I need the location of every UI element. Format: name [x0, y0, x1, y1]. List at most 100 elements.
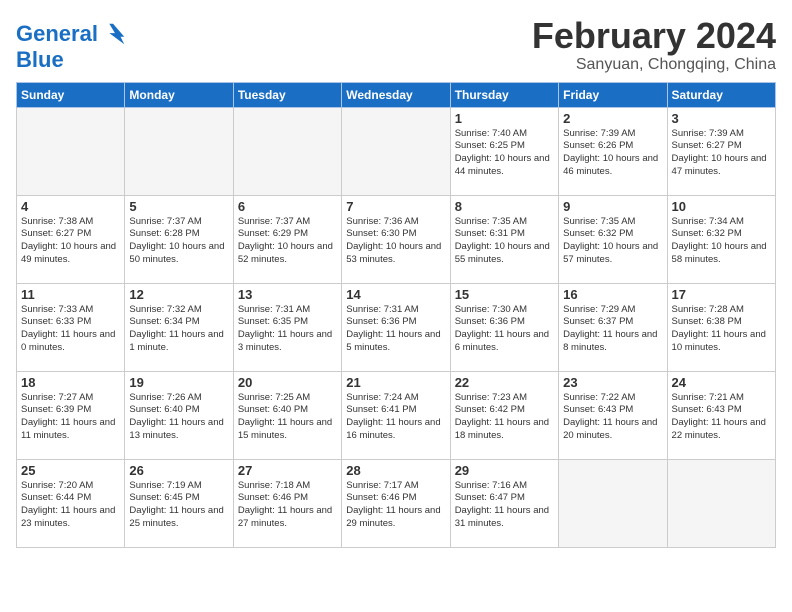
day-info: Sunrise: 7:38 AMSunset: 6:27 PMDaylight:… — [21, 216, 120, 267]
weekday-header: SundayMondayTuesdayWednesdayThursdayFrid… — [17, 82, 776, 107]
weekday-header-wednesday: Wednesday — [342, 82, 450, 107]
day-number: 13 — [238, 287, 337, 302]
week-row-4: 25 Sunrise: 7:20 AMSunset: 6:44 PMDayligh… — [17, 459, 776, 547]
calendar: SundayMondayTuesdayWednesdayThursdayFrid… — [16, 82, 776, 548]
day-info: Sunrise: 7:36 AMSunset: 6:30 PMDaylight:… — [346, 216, 445, 267]
calendar-cell: 19 Sunrise: 7:26 AMSunset: 6:40 PMDayligh… — [125, 371, 233, 459]
day-info: Sunrise: 7:21 AMSunset: 6:43 PMDaylight:… — [672, 392, 771, 443]
day-number: 21 — [346, 375, 445, 390]
day-number: 6 — [238, 199, 337, 214]
day-info: Sunrise: 7:31 AMSunset: 6:36 PMDaylight:… — [346, 304, 445, 355]
day-number: 20 — [238, 375, 337, 390]
calendar-cell: 23 Sunrise: 7:22 AMSunset: 6:43 PMDayligh… — [559, 371, 667, 459]
calendar-cell — [125, 107, 233, 195]
day-info: Sunrise: 7:24 AMSunset: 6:41 PMDaylight:… — [346, 392, 445, 443]
weekday-header-tuesday: Tuesday — [233, 82, 341, 107]
day-info: Sunrise: 7:37 AMSunset: 6:29 PMDaylight:… — [238, 216, 337, 267]
day-number: 10 — [672, 199, 771, 214]
calendar-cell — [667, 459, 775, 547]
calendar-cell: 11 Sunrise: 7:33 AMSunset: 6:33 PMDayligh… — [17, 283, 125, 371]
day-number: 8 — [455, 199, 554, 214]
day-info: Sunrise: 7:17 AMSunset: 6:46 PMDaylight:… — [346, 480, 445, 531]
day-number: 15 — [455, 287, 554, 302]
day-number: 3 — [672, 111, 771, 126]
calendar-cell: 17 Sunrise: 7:28 AMSunset: 6:38 PMDayligh… — [667, 283, 775, 371]
calendar-cell: 16 Sunrise: 7:29 AMSunset: 6:37 PMDayligh… — [559, 283, 667, 371]
day-info: Sunrise: 7:18 AMSunset: 6:46 PMDaylight:… — [238, 480, 337, 531]
weekday-header-saturday: Saturday — [667, 82, 775, 107]
day-info: Sunrise: 7:29 AMSunset: 6:37 PMDaylight:… — [563, 304, 662, 355]
calendar-cell: 3 Sunrise: 7:39 AMSunset: 6:27 PMDaylight… — [667, 107, 775, 195]
day-info: Sunrise: 7:25 AMSunset: 6:40 PMDaylight:… — [238, 392, 337, 443]
calendar-cell: 28 Sunrise: 7:17 AMSunset: 6:46 PMDayligh… — [342, 459, 450, 547]
logo-text: General — [16, 22, 98, 46]
calendar-cell: 4 Sunrise: 7:38 AMSunset: 6:27 PMDaylight… — [17, 195, 125, 283]
day-number: 22 — [455, 375, 554, 390]
day-info: Sunrise: 7:27 AMSunset: 6:39 PMDaylight:… — [21, 392, 120, 443]
day-number: 19 — [129, 375, 228, 390]
day-number: 27 — [238, 463, 337, 478]
day-info: Sunrise: 7:26 AMSunset: 6:40 PMDaylight:… — [129, 392, 228, 443]
calendar-cell: 8Sunrise: 7:35 AMSunset: 6:31 PMDaylight… — [450, 195, 558, 283]
title-area: February 2024 Sanyuan, Chongqing, China — [532, 16, 776, 74]
calendar-cell: 9Sunrise: 7:35 AMSunset: 6:32 PMDaylight… — [559, 195, 667, 283]
day-info: Sunrise: 7:39 AMSunset: 6:26 PMDaylight:… — [563, 128, 662, 179]
day-number: 2 — [563, 111, 662, 126]
month-year: February 2024 — [532, 16, 776, 56]
calendar-cell — [342, 107, 450, 195]
day-number: 14 — [346, 287, 445, 302]
day-number: 16 — [563, 287, 662, 302]
day-info: Sunrise: 7:34 AMSunset: 6:32 PMDaylight:… — [672, 216, 771, 267]
calendar-cell: 27 Sunrise: 7:18 AMSunset: 6:46 PMDayligh… — [233, 459, 341, 547]
day-number: 5 — [129, 199, 228, 214]
calendar-cell: 21 Sunrise: 7:24 AMSunset: 6:41 PMDayligh… — [342, 371, 450, 459]
day-info: Sunrise: 7:23 AMSunset: 6:42 PMDaylight:… — [455, 392, 554, 443]
day-number: 12 — [129, 287, 228, 302]
day-number: 29 — [455, 463, 554, 478]
calendar-cell: 25 Sunrise: 7:20 AMSunset: 6:44 PMDayligh… — [17, 459, 125, 547]
day-number: 28 — [346, 463, 445, 478]
calendar-cell: 24 Sunrise: 7:21 AMSunset: 6:43 PMDayligh… — [667, 371, 775, 459]
day-info: Sunrise: 7:33 AMSunset: 6:33 PMDaylight:… — [21, 304, 120, 355]
day-info: Sunrise: 7:22 AMSunset: 6:43 PMDaylight:… — [563, 392, 662, 443]
day-info: Sunrise: 7:39 AMSunset: 6:27 PMDaylight:… — [672, 128, 771, 179]
calendar-cell: 5Sunrise: 7:37 AMSunset: 6:28 PMDaylight… — [125, 195, 233, 283]
day-number: 4 — [21, 199, 120, 214]
week-row-3: 18 Sunrise: 7:27 AMSunset: 6:39 PMDayligh… — [17, 371, 776, 459]
calendar-cell: 6 Sunrise: 7:37 AMSunset: 6:29 PMDaylight… — [233, 195, 341, 283]
calendar-cell: 10 Sunrise: 7:34 AMSunset: 6:32 PMDayligh… — [667, 195, 775, 283]
day-info: Sunrise: 7:31 AMSunset: 6:35 PMDaylight:… — [238, 304, 337, 355]
day-number: 25 — [21, 463, 120, 478]
location: Sanyuan, Chongqing, China — [532, 56, 776, 74]
calendar-cell: 15Sunrise: 7:30 AMSunset: 6:36 PMDayligh… — [450, 283, 558, 371]
calendar-cell — [233, 107, 341, 195]
day-number: 18 — [21, 375, 120, 390]
calendar-cell: 18 Sunrise: 7:27 AMSunset: 6:39 PMDayligh… — [17, 371, 125, 459]
calendar-cell: 1 Sunrise: 7:40 AMSunset: 6:25 PMDaylight… — [450, 107, 558, 195]
calendar-cell — [559, 459, 667, 547]
logo-text2: Blue — [16, 48, 128, 72]
day-number: 23 — [563, 375, 662, 390]
day-info: Sunrise: 7:16 AMSunset: 6:47 PMDaylight:… — [455, 480, 554, 531]
day-number: 17 — [672, 287, 771, 302]
day-info: Sunrise: 7:20 AMSunset: 6:44 PMDaylight:… — [21, 480, 120, 531]
logo-icon — [100, 20, 128, 48]
day-number: 11 — [21, 287, 120, 302]
day-number: 26 — [129, 463, 228, 478]
calendar-cell: 2 Sunrise: 7:39 AMSunset: 6:26 PMDaylight… — [559, 107, 667, 195]
day-info: Sunrise: 7:35 AMSunset: 6:32 PMDaylight:… — [563, 216, 662, 267]
week-row-0: 1 Sunrise: 7:40 AMSunset: 6:25 PMDaylight… — [17, 107, 776, 195]
calendar-cell: 7 Sunrise: 7:36 AMSunset: 6:30 PMDaylight… — [342, 195, 450, 283]
weekday-header-sunday: Sunday — [17, 82, 125, 107]
day-number: 24 — [672, 375, 771, 390]
day-info: Sunrise: 7:28 AMSunset: 6:38 PMDaylight:… — [672, 304, 771, 355]
day-info: Sunrise: 7:40 AMSunset: 6:25 PMDaylight:… — [455, 128, 554, 179]
calendar-cell: 14 Sunrise: 7:31 AMSunset: 6:36 PMDayligh… — [342, 283, 450, 371]
header: General Blue February 2024 Sanyuan, Chon… — [16, 16, 776, 74]
calendar-cell: 20 Sunrise: 7:25 AMSunset: 6:40 PMDayligh… — [233, 371, 341, 459]
day-number: 7 — [346, 199, 445, 214]
calendar-cell — [17, 107, 125, 195]
weekday-header-thursday: Thursday — [450, 82, 558, 107]
day-info: Sunrise: 7:19 AMSunset: 6:45 PMDaylight:… — [129, 480, 228, 531]
day-number: 1 — [455, 111, 554, 126]
